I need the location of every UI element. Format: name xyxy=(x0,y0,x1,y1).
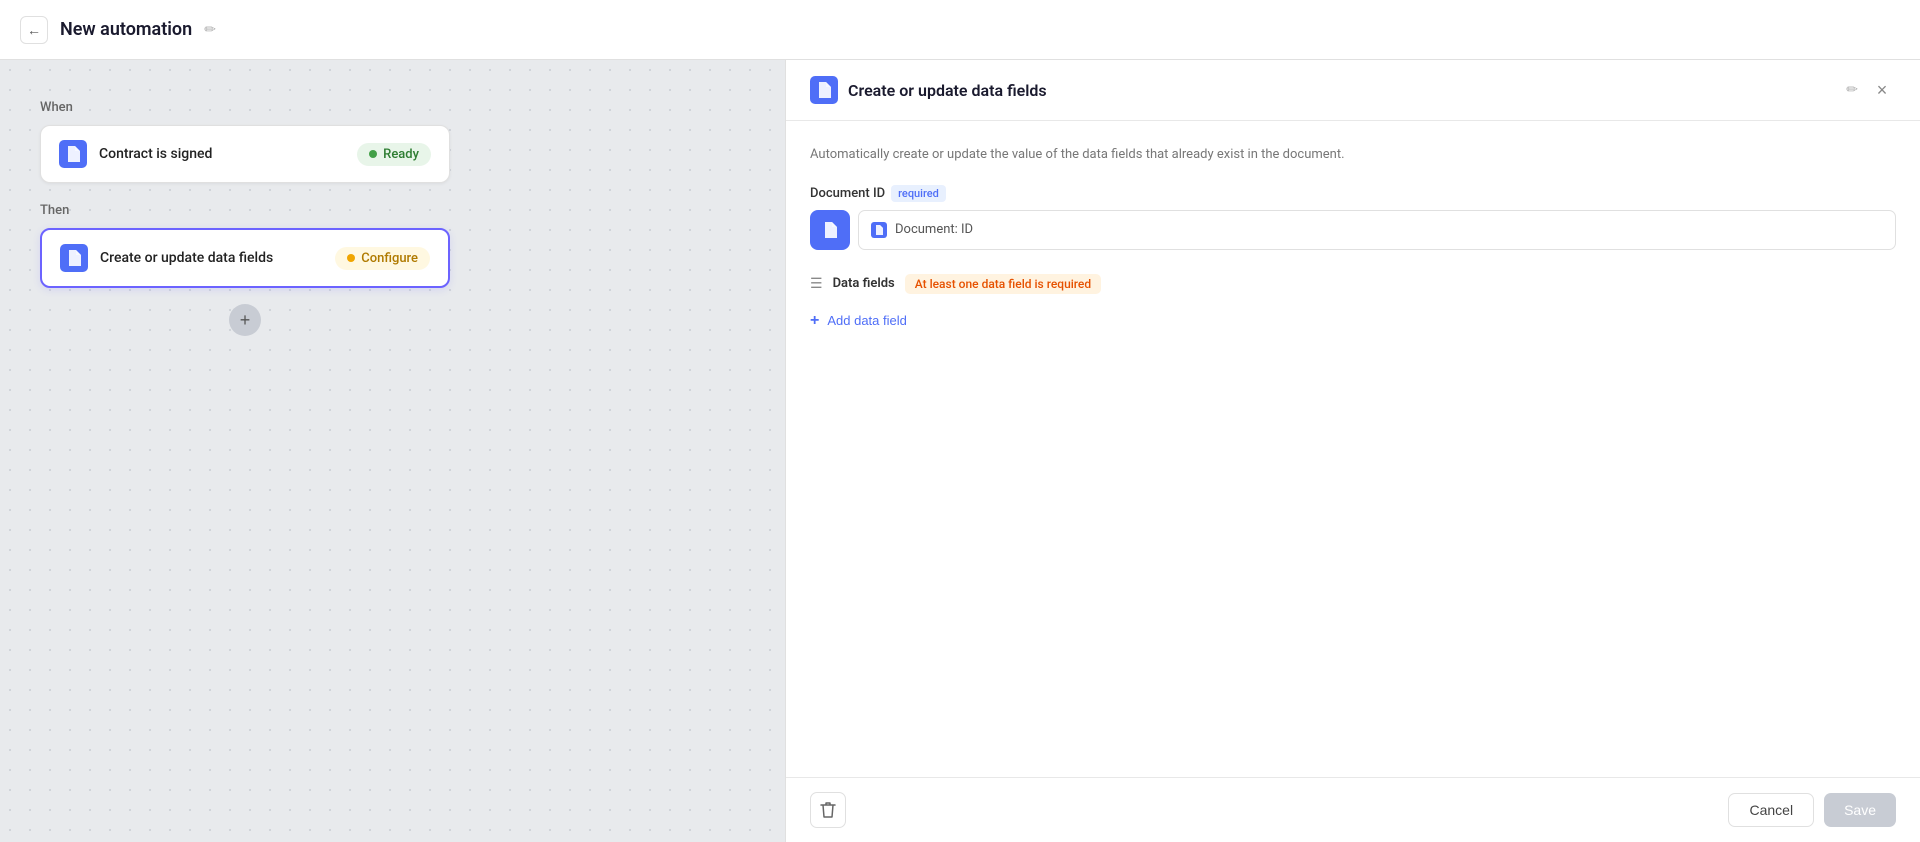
save-button[interactable]: Save xyxy=(1824,793,1896,827)
step2-status-badge: Configure xyxy=(335,247,430,270)
delete-button[interactable] xyxy=(810,792,846,828)
document-id-label: Document ID required xyxy=(810,185,1896,202)
step1-status-label: Ready xyxy=(383,147,419,162)
right-header-doc-icon xyxy=(810,76,838,104)
step2-name: Create or update data fields xyxy=(100,250,323,266)
doc-small-icon xyxy=(871,222,887,238)
document-id-row: Document: ID xyxy=(810,210,1896,250)
data-fields-section-header: ☰ Data fields At least one data field is… xyxy=(810,274,1896,294)
add-data-field-button[interactable]: + Add data field xyxy=(810,308,907,334)
description-text: Automatically create or update the value… xyxy=(810,145,1896,165)
header: ← New automation ✏ xyxy=(0,0,1920,60)
document-icon-button[interactable] xyxy=(810,210,850,250)
step1-doc-icon xyxy=(59,140,87,168)
main-layout: When Contract is signed Ready Then xyxy=(0,60,1920,842)
when-label: When xyxy=(40,100,745,115)
step1-status-badge: Ready xyxy=(357,143,431,166)
step1-status-dot xyxy=(369,150,377,158)
right-panel-content: Automatically create or update the value… xyxy=(786,121,1920,777)
document-id-input[interactable]: Document: ID xyxy=(858,210,1896,250)
footer-actions: Cancel Save xyxy=(1728,793,1896,827)
cancel-button[interactable]: Cancel xyxy=(1728,793,1814,827)
document-id-value: Document: ID xyxy=(895,222,973,237)
document-id-label-text: Document ID xyxy=(810,186,885,201)
data-fields-section-title: Data fields xyxy=(833,276,895,291)
step2-status-label: Configure xyxy=(361,251,418,266)
data-fields-warning-badge: At least one data field is required xyxy=(905,274,1101,294)
right-panel-header: Create or update data fields ✏ × xyxy=(786,60,1920,121)
step2-doc-icon xyxy=(60,244,88,272)
step-card-then[interactable]: Create or update data fields Configure xyxy=(40,228,450,288)
left-panel: When Contract is signed Ready Then xyxy=(0,60,785,842)
title-edit-icon[interactable]: ✏ xyxy=(204,22,216,38)
step-card-when[interactable]: Contract is signed Ready xyxy=(40,125,450,183)
step2-status-dot xyxy=(347,254,355,262)
add-step-button[interactable]: + xyxy=(229,304,261,336)
add-data-field-label: Add data field xyxy=(827,313,907,328)
right-panel-footer: Cancel Save xyxy=(786,777,1920,842)
back-button[interactable]: ← xyxy=(20,16,48,44)
right-panel-title: Create or update data fields xyxy=(848,81,1836,100)
then-label: Then xyxy=(40,203,745,218)
required-badge: required xyxy=(891,185,946,202)
right-panel-edit-icon[interactable]: ✏ xyxy=(1846,82,1858,98)
page-title: New automation xyxy=(60,19,192,40)
data-fields-section-icon: ☰ xyxy=(810,276,823,292)
plus-icon: + xyxy=(810,312,819,330)
close-button[interactable]: × xyxy=(1868,76,1896,104)
right-panel: Create or update data fields ✏ × Automat… xyxy=(785,60,1920,842)
step1-name: Contract is signed xyxy=(99,146,345,162)
